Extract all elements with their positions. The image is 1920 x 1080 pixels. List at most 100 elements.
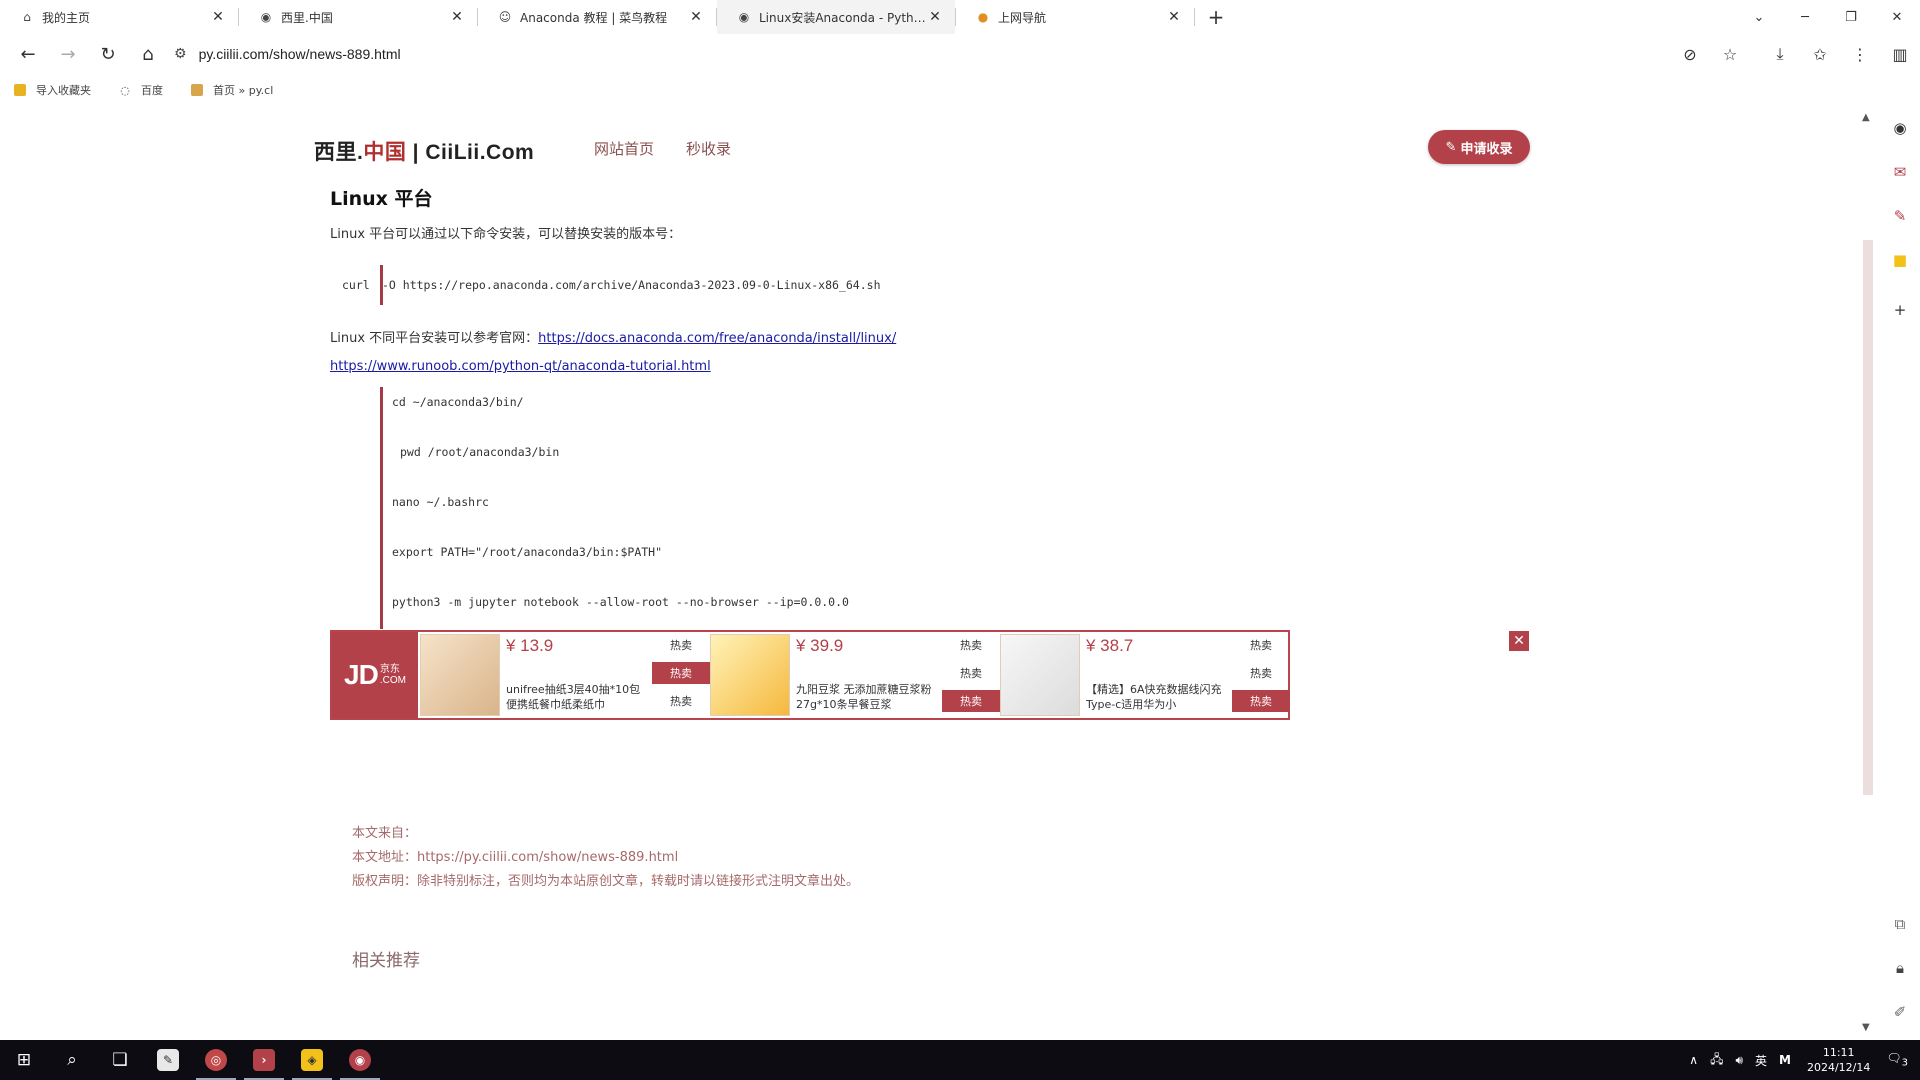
lock-icon[interactable]: 🔒︎ bbox=[1890, 958, 1910, 978]
setup-code-block: cd ~/anaconda3/bin/ pwd /root/anaconda3/… bbox=[380, 387, 1000, 629]
hot-tag[interactable]: 热卖 bbox=[942, 662, 1000, 684]
jd-ad-banner[interactable]: JD 京东 .COM ¥ 13.9 unifree抽纸3层40抽*10包便携纸餐巾… bbox=[330, 630, 1290, 720]
ad-product[interactable]: ¥ 39.9 九阳豆浆 无添加蔗糖豆浆粉27g*10条早餐豆浆 热卖 热卖 热卖 bbox=[708, 632, 1000, 718]
start-button[interactable]: ⊞ bbox=[0, 1040, 48, 1080]
close-icon[interactable]: ✕ bbox=[449, 9, 465, 25]
mail-icon[interactable]: ✉ bbox=[1890, 162, 1910, 182]
tray-chevron-icon[interactable]: ∧ bbox=[1689, 1053, 1698, 1067]
tab-home[interactable]: ⌂ 我的主页 ✕ bbox=[0, 0, 238, 34]
baidu-icon: ◌ bbox=[120, 83, 130, 97]
hot-tag[interactable]: 热卖 bbox=[942, 690, 1000, 712]
hot-tag[interactable]: 热卖 bbox=[1232, 662, 1290, 684]
product-desc: 【精选】6A快充数据线闪充Type-c适用华为小 bbox=[1086, 683, 1222, 711]
windows-taskbar: ⊞ ⌕ ❏ ✎ ◎ › ◈ ◉ ∧ 🖧︎ 🔊︎ 英 M 11:11 2024/1… bbox=[0, 1040, 1920, 1080]
ad-product[interactable]: ¥ 38.7 【精选】6A快充数据线闪充Type-c适用华为小 热卖 热卖 热卖 bbox=[998, 632, 1290, 718]
bookmark-label: 首页 » py.cl bbox=[213, 84, 274, 97]
folder-icon bbox=[14, 84, 26, 96]
hot-tag[interactable]: 热卖 bbox=[942, 634, 1000, 656]
source-url[interactable]: 本文地址：https://py.ciilii.com/show/news-889… bbox=[352, 846, 859, 870]
browser-icon: ◎ bbox=[205, 1049, 227, 1071]
site-info-icon[interactable]: ⚙ bbox=[174, 46, 187, 62]
ad-close-button[interactable]: ✕ bbox=[1509, 631, 1529, 651]
taskbar-app-tool[interactable]: ◈ bbox=[288, 1040, 336, 1080]
minimize-button[interactable]: ─ bbox=[1782, 0, 1828, 34]
download-icon[interactable]: ⤓ bbox=[1760, 34, 1800, 74]
runoob-link[interactable]: https://www.runoob.com/python-qt/anacond… bbox=[330, 359, 711, 374]
tab-linux-anaconda[interactable]: ◉ Linux安装Anaconda - Python ✕ bbox=[717, 0, 955, 34]
tab-bar: ⌂ 我的主页 ✕ ◉ 西里.中国 ✕ ☺ Anaconda 教程 | 菜鸟教程 … bbox=[0, 0, 1920, 34]
close-icon[interactable]: ✕ bbox=[1166, 9, 1182, 25]
site-nav: 网站首页 秒收录 bbox=[594, 138, 731, 159]
code-line: pwd /root/anaconda3/bin bbox=[400, 445, 560, 459]
code-line: nano ~/.bashrc bbox=[392, 495, 489, 509]
sidebar-toggle-icon[interactable]: ▥ bbox=[1880, 34, 1920, 74]
bookmark-baidu[interactable]: ◌ 百度 bbox=[119, 82, 163, 98]
home-button[interactable]: ⌂ bbox=[128, 36, 168, 72]
feedback-icon[interactable]: ✐ bbox=[1890, 1002, 1910, 1022]
screenshot-icon[interactable]: ⧉ bbox=[1890, 914, 1910, 934]
page-viewport: 西里.中国 | CiiLii.Com 网站首页 秒收录 ✎ 申请收录 Linux… bbox=[0, 106, 1880, 1040]
reload-button[interactable]: ↻ bbox=[88, 36, 128, 72]
ime-indicator[interactable]: 英 bbox=[1755, 1052, 1767, 1069]
close-icon[interactable]: ✕ bbox=[927, 9, 943, 25]
input-mode-icon[interactable]: M bbox=[1779, 1053, 1791, 1067]
ad-product[interactable]: ¥ 13.9 unifree抽纸3层40抽*10包便携纸餐巾纸柔纸巾 热卖 热卖… bbox=[418, 632, 710, 718]
bookmark-label: 导入收藏夹 bbox=[36, 84, 91, 97]
tab-title: 我的主页 bbox=[42, 10, 91, 25]
nav-fast-index-link[interactable]: 秒收录 bbox=[686, 138, 731, 159]
new-tab-button[interactable]: + bbox=[1199, 0, 1233, 34]
eye-icon[interactable]: ◉ bbox=[1890, 118, 1910, 138]
tab-anaconda-runoob[interactable]: ☺ Anaconda 教程 | 菜鸟教程 ✕ bbox=[478, 0, 716, 34]
notification-icon[interactable]: 🗨︎3 bbox=[1886, 1051, 1908, 1068]
hot-tag[interactable]: 热卖 bbox=[652, 690, 710, 712]
more-menu-icon[interactable]: ⋮ bbox=[1840, 34, 1880, 74]
close-icon[interactable]: ✕ bbox=[210, 9, 226, 25]
intro-text: Linux 平台可以通过以下命令安装，可以替换安装的版本号： bbox=[330, 227, 682, 242]
nav-home-link[interactable]: 网站首页 bbox=[594, 138, 654, 159]
reference-line: Linux 不同平台安装可以参考官网：https://docs.anaconda… bbox=[330, 325, 1530, 381]
tab-ciilii[interactable]: ◉ 西里.中国 ✕ bbox=[239, 0, 477, 34]
task-view-icon[interactable]: ❏ bbox=[96, 1040, 144, 1080]
back-button[interactable]: ← bbox=[8, 36, 48, 72]
clock[interactable]: 11:11 2024/12/14 bbox=[1807, 1045, 1870, 1075]
note-icon[interactable]: ■ bbox=[1890, 250, 1910, 270]
edit-doc-icon[interactable]: ✎ bbox=[1890, 206, 1910, 226]
terminal-icon: › bbox=[253, 1049, 275, 1071]
hot-tag[interactable]: 热卖 bbox=[1232, 634, 1290, 656]
hot-tag[interactable]: 热卖 bbox=[1232, 690, 1290, 712]
hot-tag[interactable]: 热卖 bbox=[652, 662, 710, 684]
tab-list-icon[interactable]: ⌄ bbox=[1736, 0, 1782, 34]
site-logo[interactable]: 西里.中国 | CiiLii.Com bbox=[314, 136, 534, 166]
hot-tag[interactable]: 热卖 bbox=[652, 634, 710, 656]
scroll-up-arrow[interactable]: ▲ bbox=[1862, 112, 1870, 123]
close-window-button[interactable]: ✕ bbox=[1874, 0, 1920, 34]
bookmark-home[interactable]: 首页 » py.cl bbox=[191, 82, 273, 98]
bookmark-import[interactable]: 导入收藏夹 bbox=[14, 82, 91, 98]
taskbar-app-notepad[interactable]: ✎ bbox=[144, 1040, 192, 1080]
tab-nav[interactable]: ● 上网导航 ✕ bbox=[956, 0, 1194, 34]
forward-button[interactable]: → bbox=[48, 36, 88, 72]
search-icon[interactable]: ⌕ bbox=[48, 1040, 96, 1080]
favorites-icon[interactable]: ✩ bbox=[1800, 34, 1840, 74]
article-body: Linux 平台 Linux 平台可以通过以下命令安装，可以替换安装的版本号： … bbox=[330, 184, 1530, 629]
apply-inclusion-button[interactable]: ✎ 申请收录 bbox=[1428, 130, 1530, 164]
restore-button[interactable]: ❐ bbox=[1828, 0, 1874, 34]
jd-logo-sub: 京东 .COM bbox=[380, 664, 406, 686]
address-bar[interactable]: ⚙ py.ciilii.com/show/news-889.html bbox=[174, 38, 1614, 70]
taskbar-app-chrome[interactable]: ◉ bbox=[336, 1040, 384, 1080]
volume-icon[interactable]: 🔊︎ bbox=[1735, 1053, 1743, 1068]
close-icon[interactable]: ✕ bbox=[688, 9, 704, 25]
network-icon[interactable]: 🖧︎ bbox=[1710, 1050, 1723, 1071]
tracking-prevention-icon[interactable]: ⊘ bbox=[1670, 34, 1710, 74]
nav-icon: ● bbox=[977, 10, 989, 24]
scrollbar-thumb[interactable] bbox=[1863, 240, 1873, 795]
tab-title: 西里.中国 bbox=[281, 10, 333, 25]
scroll-down-arrow[interactable]: ▼ bbox=[1862, 1022, 1870, 1033]
favorite-star-icon[interactable]: ☆ bbox=[1710, 34, 1750, 74]
taskbar-app-terminal[interactable]: › bbox=[240, 1040, 288, 1080]
add-icon[interactable]: + bbox=[1890, 300, 1910, 320]
url-text[interactable]: py.ciilii.com/show/news-889.html bbox=[199, 46, 401, 62]
logo-prefix: 西里. bbox=[314, 141, 364, 164]
docs-link[interactable]: https://docs.anaconda.com/free/anaconda/… bbox=[538, 331, 896, 346]
taskbar-app-browser[interactable]: ◎ bbox=[192, 1040, 240, 1080]
